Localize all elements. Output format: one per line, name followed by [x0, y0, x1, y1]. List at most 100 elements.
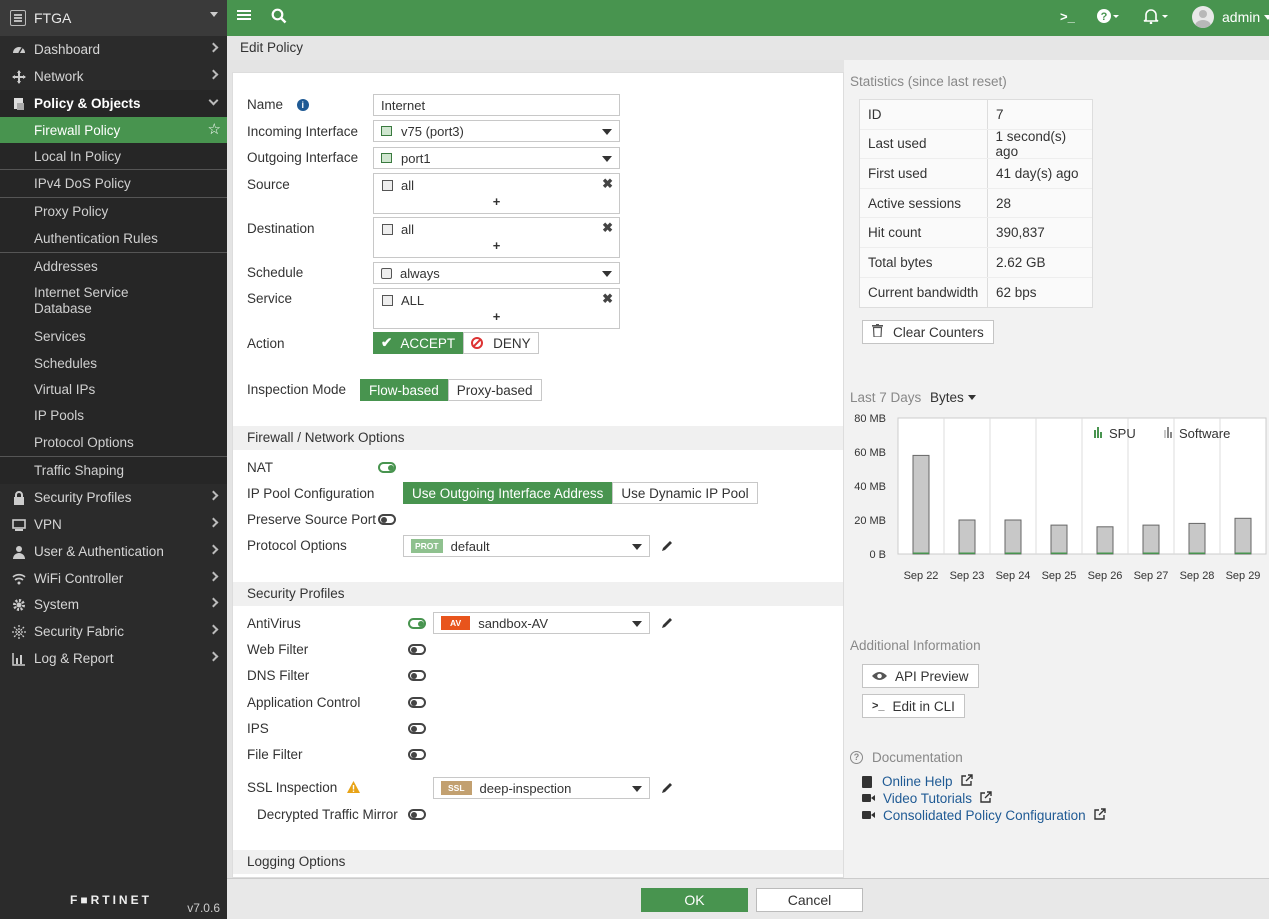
online-help-link[interactable]: Online Help	[862, 774, 973, 789]
table-row: Last used 1 second(s) ago	[860, 129, 1092, 160]
sidebar-item-internet-service-database[interactable]: Internet Service Database	[0, 279, 227, 323]
device-selector[interactable]: FTGA	[0, 0, 227, 36]
protocol-options-select[interactable]: PROT default	[403, 535, 650, 557]
software-bar	[1188, 522, 1206, 555]
nav-label: Policy & Objects	[34, 96, 141, 111]
nav-dashboard[interactable]: Dashboard	[0, 36, 227, 63]
source-field[interactable]: all ✖ +	[373, 173, 620, 214]
info-icon[interactable]: i	[296, 99, 309, 111]
ips-toggle[interactable]	[408, 723, 426, 734]
action-label: Action	[247, 336, 285, 351]
deny-button[interactable]: DENY	[463, 332, 539, 354]
edit-in-cli-button[interactable]: >_ Edit in CLI	[862, 694, 965, 718]
service-field[interactable]: ALL ✖ +	[373, 288, 620, 329]
sidebar-item-ip-pools[interactable]: IP Pools	[0, 402, 227, 429]
star-icon[interactable]: ☆	[208, 120, 221, 138]
nav-label: Dashboard	[34, 42, 101, 57]
sidebar-item-ipv4-dos-policy[interactable]: IPv4 DoS Policy	[0, 170, 227, 197]
external-link-icon	[1093, 808, 1106, 823]
outgoing-interface-select[interactable]: port1	[373, 147, 620, 169]
sidebar-item-schedules[interactable]: Schedules	[0, 350, 227, 376]
policy-form: Name i Internet Incoming Interface v75 (…	[232, 72, 844, 878]
nav-network[interactable]: Network	[0, 63, 227, 90]
name-input[interactable]: Internet	[373, 94, 620, 116]
wifi-icon	[12, 572, 26, 586]
sidebar-item-proxy-policy[interactable]: Proxy Policy	[0, 198, 227, 225]
nav-policy-objects[interactable]: Policy & Objects	[0, 90, 227, 117]
remove-icon[interactable]: ✖	[602, 291, 613, 307]
incoming-interface-select[interactable]: v75 (port3)	[373, 120, 620, 142]
sub-label: IPv4 DoS Policy	[34, 176, 131, 191]
antivirus-profile-select[interactable]: AV sandbox-AV	[433, 612, 650, 634]
file-filter-toggle[interactable]	[408, 749, 426, 760]
nav-user-authentication[interactable]: User & Authentication	[0, 538, 227, 565]
schedule-select[interactable]: always	[373, 262, 620, 284]
edit-pencil-icon[interactable]	[660, 616, 674, 630]
remove-icon[interactable]: ✖	[602, 176, 613, 192]
sidebar-item-authentication-rules[interactable]: Authentication Rules	[0, 225, 227, 252]
use-outgoing-interface-button[interactable]: Use Outgoing Interface Address	[403, 482, 613, 504]
bell-icon[interactable]	[1143, 8, 1169, 24]
sidebar-item-protocol-options[interactable]: Protocol Options	[0, 429, 227, 456]
sidebar-item-traffic-shaping[interactable]: Traffic Shaping	[0, 457, 227, 484]
spu-bar	[1235, 552, 1251, 554]
search-icon[interactable]	[271, 8, 287, 24]
sidebar-item-virtual-ips[interactable]: Virtual IPs	[0, 376, 227, 402]
preserve-source-port-toggle[interactable]	[378, 514, 396, 525]
proxy-based-button[interactable]: Proxy-based	[447, 379, 542, 401]
help-icon[interactable]: ?	[1096, 8, 1120, 24]
sub-label: Protocol Options	[34, 435, 134, 450]
sidebar-item-addresses[interactable]: Addresses	[0, 253, 227, 279]
select-value: sandbox-AV	[478, 615, 549, 631]
address-icon	[382, 224, 393, 235]
accept-button[interactable]: ✔ ACCEPT	[373, 332, 464, 354]
chart-icon	[12, 652, 26, 666]
sidebar-item-firewall-policy[interactable]: Firewall Policy ☆	[0, 117, 227, 143]
cli-console-icon[interactable]: >_	[1060, 9, 1075, 24]
ok-button[interactable]: OK	[641, 888, 748, 912]
application-control-toggle[interactable]	[408, 697, 426, 708]
web-filter-label: Web Filter	[247, 642, 309, 657]
clear-counters-button[interactable]: Clear Counters	[862, 320, 994, 344]
consolidated-policy-link[interactable]: Consolidated Policy Configuration	[862, 808, 1106, 823]
antivirus-toggle[interactable]	[408, 618, 426, 629]
nav-wifi-controller[interactable]: WiFi Controller	[0, 565, 227, 592]
x-tick-label: Sep 27	[1134, 570, 1169, 582]
add-icon[interactable]: +	[493, 309, 501, 324]
x-tick-label: Sep 26	[1088, 570, 1123, 582]
av-tag: AV	[441, 616, 471, 630]
sidebar-item-local-in-policy[interactable]: Local In Policy	[0, 143, 227, 169]
nav-security-profiles[interactable]: Security Profiles	[0, 484, 227, 511]
edit-pencil-icon[interactable]	[660, 781, 674, 795]
add-icon[interactable]: +	[493, 238, 501, 253]
menu-icon[interactable]	[237, 8, 251, 22]
sidebar-item-services[interactable]: Services	[0, 323, 227, 350]
destination-field[interactable]: all ✖ +	[373, 217, 620, 258]
warning-icon	[347, 781, 361, 796]
nat-toggle[interactable]	[378, 462, 396, 473]
ssl-inspection-select[interactable]: SSL deep-inspection	[433, 777, 650, 799]
nav-system[interactable]: System	[0, 591, 227, 618]
sub-label: IP Pools	[34, 408, 85, 423]
video-tutorials-link[interactable]: Video Tutorials	[862, 791, 992, 806]
nav-log-report[interactable]: Log & Report	[0, 645, 227, 672]
flow-based-button[interactable]: Flow-based	[360, 379, 448, 401]
external-link-icon	[980, 791, 992, 806]
api-preview-button[interactable]: API Preview	[862, 664, 979, 688]
nav-vpn[interactable]: VPN	[0, 511, 227, 538]
decrypted-traffic-mirror-toggle[interactable]	[408, 809, 426, 820]
sub-label: Authentication Rules	[34, 231, 158, 246]
nav-security-fabric[interactable]: Security Fabric	[0, 618, 227, 645]
edit-pencil-icon[interactable]	[660, 539, 674, 553]
use-dynamic-ip-pool-button[interactable]: Use Dynamic IP Pool	[612, 482, 758, 504]
add-icon[interactable]: +	[493, 194, 501, 209]
user-menu[interactable]: admin	[1192, 6, 1269, 28]
cancel-button[interactable]: Cancel	[756, 888, 863, 912]
chart-unit-select[interactable]: Bytes	[930, 390, 976, 405]
remove-icon[interactable]: ✖	[602, 220, 613, 236]
fortinet-logo: F■RTINET	[70, 893, 152, 907]
web-filter-toggle[interactable]	[408, 644, 426, 655]
incoming-interface-label: Incoming Interface	[247, 124, 359, 139]
legend-label: SPU	[1109, 426, 1136, 441]
dns-filter-toggle[interactable]	[408, 670, 426, 681]
